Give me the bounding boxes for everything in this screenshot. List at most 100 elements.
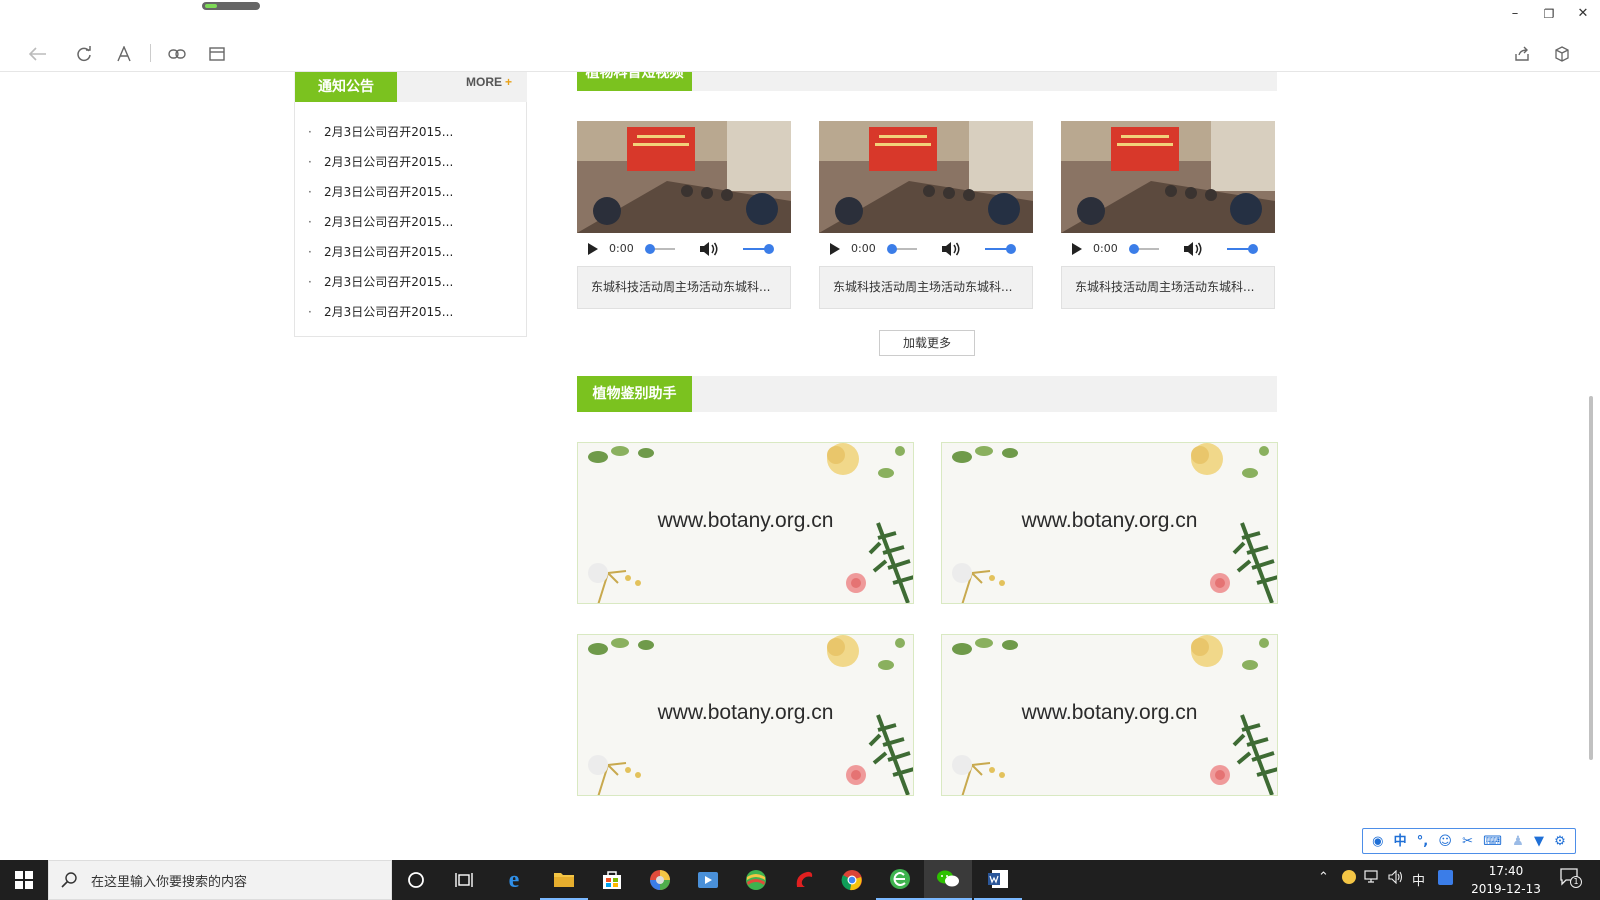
taskbar-red-app[interactable]	[780, 860, 828, 900]
taskbar-video-player[interactable]	[684, 860, 732, 900]
window-icon	[209, 47, 225, 61]
folder-icon	[554, 873, 574, 887]
volume-handle[interactable]	[1248, 244, 1258, 254]
tray-user-icon[interactable]	[1438, 870, 1453, 885]
ime-scissors-icon[interactable]: ✂	[1462, 835, 1473, 848]
font-button[interactable]	[110, 40, 138, 68]
plant-card[interactable]: www.botany.org.cn	[941, 442, 1278, 604]
ime-skin-icon[interactable]: ▼	[1534, 835, 1544, 848]
chrome-icon	[841, 870, 862, 891]
ime-logo-icon[interactable]: ◉	[1372, 835, 1383, 848]
tray-360-safe-icon[interactable]	[1342, 870, 1356, 884]
video-card: 0:00 东城科技活动周主场活动东城科...	[577, 121, 791, 310]
video-card: 0:00 东城科技活动周主场活动东城科...	[1061, 121, 1275, 310]
notice-item[interactable]: · 2月3日公司召开2015...	[308, 153, 453, 170]
tray-overflow-chevron-icon[interactable]: ⌃	[1318, 870, 1329, 885]
share-button[interactable]	[1508, 40, 1536, 68]
load-more-button[interactable]: 加载更多	[879, 330, 975, 356]
taskbar-edge[interactable]: e	[490, 860, 538, 900]
video-controls: 0:00	[1061, 233, 1275, 265]
bullet-icon: ·	[308, 245, 312, 259]
search-placeholder: 在这里输入你要搜索的内容	[91, 874, 248, 890]
play-icon[interactable]	[829, 242, 841, 256]
taskbar-search-box[interactable]: 在这里输入你要搜索的内容	[48, 860, 392, 900]
close-button[interactable]: ✕	[1568, 4, 1598, 24]
green-e-icon	[890, 869, 910, 889]
volume-icon[interactable]	[699, 241, 719, 257]
notice-item[interactable]: · 2月3日公司召开2015...	[308, 303, 453, 320]
word-document-icon	[988, 870, 1008, 888]
store-bag-icon	[603, 871, 621, 889]
video-time: 0:00	[851, 242, 876, 255]
plant-card[interactable]: www.botany.org.cn	[577, 634, 914, 796]
taskbar-360-browser[interactable]	[732, 860, 780, 900]
plant-card-url: www.botany.org.cn	[657, 509, 834, 532]
video-thumbnail[interactable]	[1061, 121, 1275, 233]
taskbar-file-explorer[interactable]	[540, 860, 588, 900]
video-controls: 0:00	[819, 233, 1033, 265]
window-view-button[interactable]	[203, 40, 231, 68]
video-caption[interactable]: 东城科技活动周主场活动东城科...	[577, 266, 791, 309]
taskbar-green-browser[interactable]	[876, 860, 924, 900]
video-caption[interactable]: 东城科技活动周主场活动东城科...	[819, 266, 1033, 309]
video-section-title: 植物科普短视频	[577, 72, 692, 91]
seek-handle[interactable]	[887, 244, 897, 254]
notice-item-text: 2月3日公司召开2015...	[324, 125, 454, 139]
video-thumbnail[interactable]	[577, 121, 791, 233]
ime-settings-icon[interactable]: ⚙	[1554, 835, 1566, 848]
ime-keyboard-icon[interactable]: ⌨	[1483, 835, 1502, 848]
action-center-button[interactable]: 1	[1560, 868, 1584, 892]
notice-item-text: 2月3日公司召开2015...	[324, 245, 454, 259]
cortana-button[interactable]	[392, 860, 440, 900]
minimize-button[interactable]: –	[1500, 4, 1530, 24]
taskbar-clock[interactable]: 17:40 2019-12-13	[1462, 862, 1550, 898]
plant-section-title: 植物鉴别助手	[577, 376, 692, 412]
notice-item[interactable]: · 2月3日公司召开2015...	[308, 243, 453, 260]
ime-emoji-icon[interactable]: ☺	[1438, 835, 1452, 848]
page-scrollbar-thumb[interactable]	[1589, 396, 1593, 760]
plant-card[interactable]: www.botany.org.cn	[577, 442, 914, 604]
taskbar-color-app[interactable]	[636, 860, 684, 900]
notice-item[interactable]: · 2月3日公司召开2015...	[308, 183, 453, 200]
start-button[interactable]	[0, 860, 48, 900]
video-caption[interactable]: 东城科技活动周主场活动东城科...	[1061, 266, 1275, 309]
cortana-circle-icon	[408, 872, 424, 888]
taskbar-chrome[interactable]	[828, 860, 876, 900]
taskbar-wechat[interactable]	[924, 860, 972, 900]
ime-user-icon[interactable]: ♟	[1512, 835, 1524, 848]
notice-item-text: 2月3日公司召开2015...	[324, 185, 454, 199]
seek-handle[interactable]	[645, 244, 655, 254]
ime-punctuation-icon[interactable]: °,	[1417, 835, 1428, 848]
toolbar-bottom-border	[0, 71, 1600, 72]
plant-card-url: www.botany.org.cn	[1021, 509, 1198, 532]
video-thumbnail[interactable]	[819, 121, 1033, 233]
notice-more-link[interactable]: MORE +	[466, 75, 512, 89]
refresh-button[interactable]	[70, 40, 98, 68]
notice-item[interactable]: · 2月3日公司召开2015...	[308, 213, 453, 230]
seek-handle[interactable]	[1129, 244, 1139, 254]
edge-browser-icon: e	[508, 866, 520, 893]
restore-button[interactable]: ❐	[1534, 4, 1564, 24]
tray-input-language[interactable]: 中	[1412, 870, 1425, 889]
task-view-button[interactable]	[440, 860, 488, 900]
back-button[interactable]	[24, 40, 52, 68]
speaker-icon[interactable]	[1388, 870, 1404, 884]
copy-link-button[interactable]	[163, 40, 191, 68]
notice-item[interactable]: · 2月3日公司召开2015...	[308, 273, 453, 290]
volume-icon[interactable]	[1183, 241, 1203, 257]
volume-icon[interactable]	[941, 241, 961, 257]
taskbar-store[interactable]	[588, 860, 636, 900]
video-controls: 0:00	[577, 233, 791, 265]
volume-handle[interactable]	[1006, 244, 1016, 254]
ime-chinese-mode[interactable]: 中	[1394, 835, 1407, 848]
plant-card[interactable]: www.botany.org.cn	[941, 634, 1278, 796]
taskbar-word[interactable]	[974, 860, 1022, 900]
volume-handle[interactable]	[764, 244, 774, 254]
font-letter-icon	[117, 46, 131, 62]
extension-button[interactable]	[1548, 40, 1576, 68]
play-icon[interactable]	[587, 242, 599, 256]
play-icon[interactable]	[1071, 242, 1083, 256]
network-icon[interactable]	[1364, 870, 1380, 884]
notice-item[interactable]: · 2月3日公司召开2015...	[308, 123, 453, 140]
search-icon	[61, 872, 77, 888]
